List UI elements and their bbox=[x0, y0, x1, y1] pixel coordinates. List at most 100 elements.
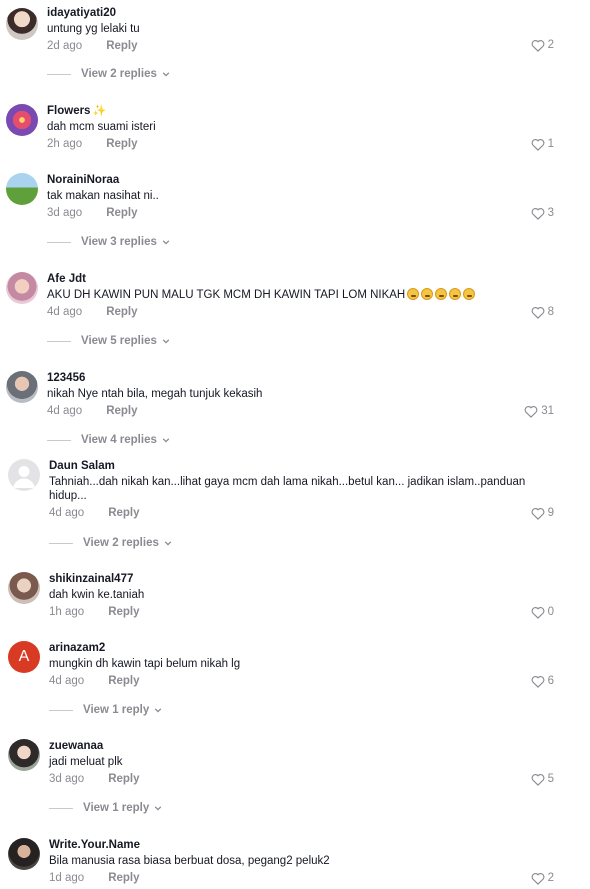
comment-text: AKU DH KAWIN PUN MALU TGK MCM DH KAWIN T… bbox=[47, 288, 530, 302]
like-button[interactable]: 0 bbox=[518, 604, 554, 620]
default-avatar-icon bbox=[13, 466, 35, 488]
comment-time: 4d ago bbox=[47, 306, 83, 318]
comment-text: dah kwin ke.taniah bbox=[49, 589, 145, 601]
face-emoji bbox=[449, 288, 462, 300]
like-count: 9 bbox=[547, 507, 554, 519]
view-replies-button[interactable]: View 1 reply bbox=[49, 704, 162, 716]
like-count: 31 bbox=[541, 405, 554, 417]
heart-icon bbox=[531, 507, 545, 520]
user-avatar[interactable] bbox=[8, 838, 40, 870]
view-replies-label: View 2 replies bbox=[83, 537, 159, 549]
user-avatar[interactable] bbox=[6, 371, 38, 403]
chevron-down-icon bbox=[162, 72, 170, 77]
reply-button[interactable]: Reply bbox=[106, 207, 137, 219]
comment-list: idayatiyati20 untung yg lelaki tu 2d ago… bbox=[0, 0, 590, 889]
comment-username[interactable]: 123456 bbox=[47, 371, 530, 385]
like-count: 6 bbox=[547, 675, 554, 687]
chevron-down-icon bbox=[162, 339, 170, 344]
heart-icon bbox=[531, 39, 545, 52]
like-count: 8 bbox=[547, 306, 554, 318]
like-button[interactable]: 2 bbox=[518, 37, 554, 53]
like-button[interactable]: 1 bbox=[518, 136, 554, 152]
comment-time: 1h ago bbox=[49, 606, 85, 618]
view-replies-button[interactable]: View 4 replies bbox=[47, 434, 170, 446]
heart-icon bbox=[531, 773, 545, 786]
heart-icon bbox=[531, 207, 545, 220]
heart-icon bbox=[524, 405, 538, 418]
user-avatar[interactable] bbox=[6, 8, 38, 40]
chevron-down-icon bbox=[155, 708, 162, 713]
like-button[interactable]: 8 bbox=[518, 304, 554, 320]
comment-username[interactable]: Afe Jdt bbox=[47, 272, 530, 286]
comment-username[interactable]: zuewanaa bbox=[49, 739, 530, 753]
divider bbox=[47, 439, 71, 441]
view-replies-label: View 4 replies bbox=[81, 434, 157, 446]
like-button[interactable]: 5 bbox=[518, 771, 554, 787]
comment-time: 4d ago bbox=[49, 507, 85, 519]
comment-username[interactable]: NorainiNoraa bbox=[47, 173, 530, 187]
user-avatar[interactable] bbox=[6, 173, 38, 205]
like-count: 5 bbox=[547, 773, 554, 785]
reply-button[interactable]: Reply bbox=[108, 507, 139, 519]
comment-text: untung yg lelaki tu bbox=[47, 23, 140, 35]
sparkles-emoji: ✨ bbox=[92, 105, 107, 117]
comment-username[interactable]: arinazam2 bbox=[49, 641, 530, 655]
reply-button[interactable]: Reply bbox=[108, 606, 139, 618]
user-avatar[interactable] bbox=[8, 739, 40, 771]
reply-button[interactable]: Reply bbox=[108, 675, 139, 687]
comment-username[interactable]: idayatiyati20 bbox=[47, 6, 530, 20]
chevron-down-icon bbox=[162, 240, 170, 245]
view-replies-button[interactable]: View 3 replies bbox=[47, 236, 170, 248]
divider bbox=[49, 542, 73, 544]
user-avatar[interactable] bbox=[6, 272, 38, 304]
view-replies-button[interactable]: View 2 replies bbox=[47, 68, 170, 80]
user-avatar[interactable]: A bbox=[8, 641, 40, 673]
heart-icon bbox=[531, 138, 545, 151]
face-emoji bbox=[463, 288, 476, 300]
comment-text: mungkin dh kawin tapi belum nikah lg bbox=[49, 658, 241, 670]
comment-text: jadi meluat plk bbox=[49, 756, 123, 768]
comment-text: Bila manusia rasa biasa berbuat dosa, pe… bbox=[49, 855, 330, 867]
like-button[interactable]: 9 bbox=[518, 505, 554, 521]
user-avatar[interactable] bbox=[8, 572, 40, 604]
face-emoji bbox=[407, 288, 420, 300]
comment-time: 2d ago bbox=[47, 40, 83, 52]
comment-username[interactable]: Write.Your.Name bbox=[49, 838, 530, 852]
view-replies-button[interactable]: View 1 reply bbox=[49, 802, 162, 814]
heart-icon bbox=[531, 306, 545, 319]
comment-time: 3d ago bbox=[49, 773, 85, 785]
divider bbox=[47, 241, 71, 243]
comment-text: tak makan nasihat ni.. bbox=[47, 190, 159, 202]
user-avatar[interactable] bbox=[6, 104, 38, 136]
face-emoji bbox=[435, 288, 448, 300]
like-count: 2 bbox=[547, 39, 554, 51]
reply-button[interactable]: Reply bbox=[108, 773, 139, 785]
reply-button[interactable]: Reply bbox=[106, 138, 137, 150]
comment-username[interactable]: Flowers ✨ bbox=[47, 104, 530, 118]
like-button[interactable]: 3 bbox=[518, 205, 554, 221]
view-replies-button[interactable]: View 5 replies bbox=[47, 335, 170, 347]
comment-username[interactable]: shikinzainal477 bbox=[49, 572, 530, 586]
reply-button[interactable]: Reply bbox=[108, 872, 139, 884]
chevron-down-icon bbox=[155, 806, 162, 811]
avatar-letter: A bbox=[18, 648, 30, 665]
view-replies-button[interactable]: View 2 replies bbox=[49, 537, 172, 549]
like-button[interactable]: 31 bbox=[518, 403, 554, 419]
chevron-down-icon bbox=[164, 541, 172, 546]
user-avatar[interactable] bbox=[8, 459, 40, 491]
comment-time: 2h ago bbox=[47, 138, 83, 150]
heart-icon bbox=[531, 606, 545, 619]
view-replies-label: View 1 reply bbox=[83, 704, 150, 716]
like-count: 1 bbox=[547, 138, 554, 150]
comment-username[interactable]: Daun Salam bbox=[49, 459, 530, 473]
reply-button[interactable]: Reply bbox=[106, 306, 137, 318]
reply-button[interactable]: Reply bbox=[106, 405, 137, 417]
comment-text: nikah Nye ntah bila, megah tunjuk kekasi… bbox=[47, 388, 263, 400]
comment-time: 4d ago bbox=[47, 405, 83, 417]
reply-button[interactable]: Reply bbox=[106, 40, 137, 52]
heart-icon bbox=[531, 675, 545, 688]
divider bbox=[49, 709, 73, 711]
like-count: 3 bbox=[547, 207, 554, 219]
like-button[interactable]: 2 bbox=[518, 870, 554, 886]
like-button[interactable]: 6 bbox=[518, 673, 554, 689]
